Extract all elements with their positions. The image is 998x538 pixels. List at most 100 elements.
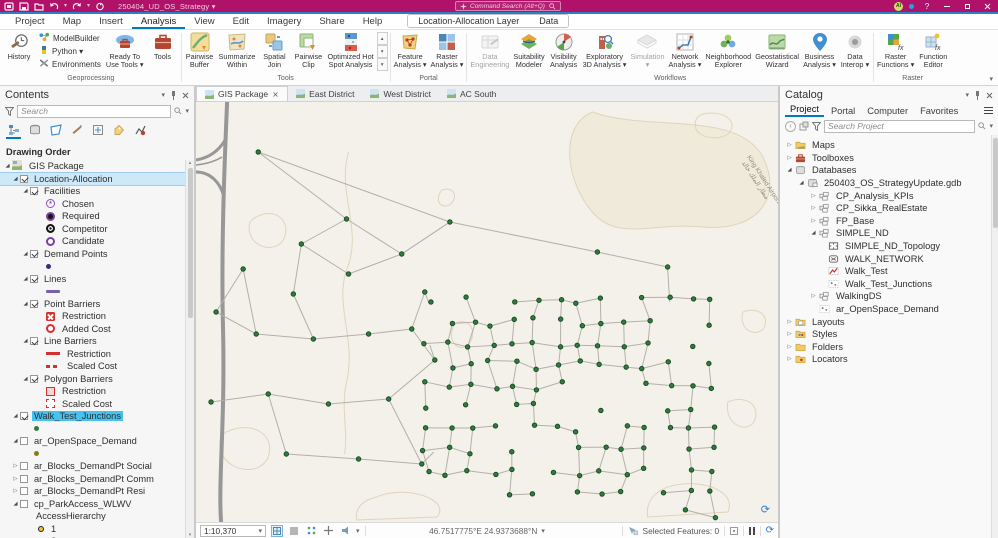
tools-button[interactable]: Tools xyxy=(146,30,180,74)
expander-icon[interactable]: ▷ xyxy=(785,331,794,337)
expander-icon[interactable]: ◢ xyxy=(785,167,794,173)
scroll-up-icon[interactable]: ▴ xyxy=(189,160,192,166)
gallery-down-icon[interactable]: ▾ xyxy=(376,45,388,58)
snap-points-icon[interactable] xyxy=(305,525,317,537)
catalog-item[interactable]: ▷ Toolboxes xyxy=(780,152,990,165)
catalog-item[interactable]: WALK_NETWORK xyxy=(780,252,990,265)
catalog-item[interactable]: ▷ FP_Base xyxy=(780,215,990,228)
expander-icon[interactable]: ▷ xyxy=(11,463,20,469)
avatar[interactable]: AI xyxy=(894,1,903,11)
undo-caret-icon[interactable]: ▾ xyxy=(64,2,67,10)
layer-row[interactable]: ◢ Walk_Test_Junctions xyxy=(0,410,185,423)
exploratory-3d-analysis-button[interactable]: Exploratory 3D Analysis ▾ xyxy=(581,30,629,74)
catalog-tab-portal[interactable]: Portal xyxy=(826,105,860,117)
spatial-join-button[interactable]: Spatial Join xyxy=(257,30,291,74)
expander-icon[interactable]: ▷ xyxy=(11,476,20,482)
layer-checkbox[interactable] xyxy=(30,187,38,196)
layer-checkbox[interactable] xyxy=(20,437,28,446)
summarize-within-button[interactable]: Summarize Within xyxy=(217,30,258,74)
map-refresh-icon[interactable]: ⟳ xyxy=(761,505,770,516)
layer-row[interactable]: ◢ Location-Allocation xyxy=(0,171,186,186)
redo-icon[interactable] xyxy=(72,2,82,11)
data-interop-button[interactable]: Data Interop ▾ xyxy=(838,30,872,74)
panel-menu-icon[interactable]: ▾ xyxy=(161,91,165,99)
catalog-item[interactable]: ▷ WalkingDS xyxy=(780,290,990,303)
redo-caret-icon[interactable]: ▾ xyxy=(87,2,90,10)
neighborhood-explorer-button[interactable]: Neighborhood Explorer xyxy=(703,30,753,74)
list-by-snapping-icon[interactable] xyxy=(91,123,104,136)
layer-checkbox[interactable] xyxy=(20,474,28,483)
layer-checkbox[interactable] xyxy=(20,499,28,508)
expander-icon[interactable]: ◢ xyxy=(21,376,30,382)
filter-icon[interactable] xyxy=(5,106,14,116)
catalog-item[interactable]: ◢ Databases xyxy=(780,164,990,177)
list-by-selection-icon[interactable] xyxy=(49,123,62,136)
catalog-item[interactable]: ◢ SIMPLE_ND xyxy=(780,227,990,240)
import-icon[interactable] xyxy=(799,121,809,131)
tab-analysis[interactable]: Analysis xyxy=(131,14,186,29)
command-search[interactable]: Command Search (Alt+Q) xyxy=(455,1,561,11)
expander-icon[interactable]: ◢ xyxy=(21,301,30,307)
layer-row[interactable]: ▷ ar_Blocks_DemandPt Social xyxy=(0,460,185,473)
catalog-item[interactable]: ▷ CP_Analysis_KPIs xyxy=(780,189,990,202)
project-icon[interactable] xyxy=(4,1,14,11)
function-editor-button[interactable]: fx Function Editor xyxy=(916,30,950,74)
raster-functions-button[interactable]: fx Raster Functions ▾ xyxy=(875,30,916,74)
pin-icon[interactable] xyxy=(974,90,981,100)
expander-icon[interactable]: ◢ xyxy=(21,276,30,282)
catalog-tab-favorites[interactable]: Favorites xyxy=(915,105,963,117)
list-by-editing-icon[interactable] xyxy=(70,123,83,136)
catalog-search-input[interactable] xyxy=(824,119,976,133)
network-analysis-button[interactable]: Network Analysis ▾ xyxy=(667,30,704,74)
layer-row[interactable]: ▷ ar_Blocks_DemandPt Comm xyxy=(0,473,185,486)
close-panel-icon[interactable] xyxy=(986,92,993,99)
environments-button[interactable]: Environments xyxy=(36,58,104,70)
expander-icon[interactable]: ▷ xyxy=(785,319,794,325)
optimized-hot-spot-analysis-button[interactable]: Optimized Hot Spot Analysis xyxy=(325,30,375,74)
expander-icon[interactable]: ▷ xyxy=(809,218,818,224)
tab-insert[interactable]: Insert xyxy=(90,14,132,29)
catalog-item[interactable]: ▷ Maps xyxy=(780,139,990,152)
view-tab-ac-south[interactable]: AC South xyxy=(439,86,504,101)
selected-features-count[interactable]: Selected Features: 0 xyxy=(643,526,720,536)
pause-drawing-icon[interactable] xyxy=(749,526,755,535)
contents-scrollbar[interactable]: ▴ ▾ xyxy=(185,160,194,538)
tab-map[interactable]: Map xyxy=(54,14,90,29)
layer-checkbox[interactable] xyxy=(30,374,38,383)
gallery-expand-icon[interactable]: ▾ xyxy=(376,58,388,71)
suitability-modeler-button[interactable]: Suitability Modeler xyxy=(511,30,546,74)
view-tab-west-district[interactable]: West District xyxy=(362,86,439,101)
expander-icon[interactable]: ◢ xyxy=(11,438,20,444)
gallery-up-icon[interactable]: ▴ xyxy=(376,32,388,45)
view-tab-east-district[interactable]: East District xyxy=(288,86,362,101)
layer-row[interactable]: ◢ Facilities xyxy=(0,185,185,198)
expander-icon[interactable]: ▷ xyxy=(11,488,20,494)
layer-checkbox[interactable] xyxy=(20,412,28,421)
python-button[interactable]: Python ▾ xyxy=(36,45,104,57)
geostatistical-wizard-button[interactable]: Geostatistical Wizard xyxy=(753,30,801,74)
map-canvas[interactable]: King Khaled Airport مطار الملك خالد ⟳ xyxy=(196,102,778,522)
catalog-item[interactable]: ▷ Layouts xyxy=(780,315,990,328)
visibility-analysis-button[interactable]: Visibility Analysis xyxy=(547,30,581,74)
pin-icon[interactable] xyxy=(170,90,177,100)
layer-checkbox[interactable] xyxy=(20,487,28,496)
modelbuilder-button[interactable]: ModelBuilder xyxy=(36,32,104,44)
expander-icon[interactable]: ▷ xyxy=(809,205,818,211)
tab-data[interactable]: Data xyxy=(529,15,569,27)
layer-checkbox[interactable] xyxy=(30,299,38,308)
list-by-drawing-order-icon[interactable] xyxy=(6,123,21,139)
layer-row[interactable]: ◢ Demand Points xyxy=(0,248,185,261)
tab-edit[interactable]: Edit xyxy=(224,14,258,29)
catalog-item[interactable]: ▷ CP_Sikka_RealEstate xyxy=(780,202,990,215)
pairwise-buffer-button[interactable]: Pairwise Buffer xyxy=(183,30,217,74)
status-tools-caret-icon[interactable]: ▾ xyxy=(356,527,360,535)
layer-row[interactable]: ◢ Polygon Barriers xyxy=(0,373,185,386)
scroll-down-icon[interactable]: ▾ xyxy=(189,532,192,538)
layer-row[interactable]: ◢ ar_OpenSpace_Demand xyxy=(0,435,185,448)
expander-icon[interactable]: ◢ xyxy=(11,176,20,182)
open-folder-icon[interactable] xyxy=(34,2,44,11)
layer-row[interactable]: ▷ ar_Blocks_DemandPt Resi xyxy=(0,485,185,498)
layer-checkbox[interactable] xyxy=(30,337,38,346)
catalog-item[interactable]: ▷ Folders xyxy=(780,341,990,354)
minimize-button[interactable] xyxy=(940,0,954,12)
